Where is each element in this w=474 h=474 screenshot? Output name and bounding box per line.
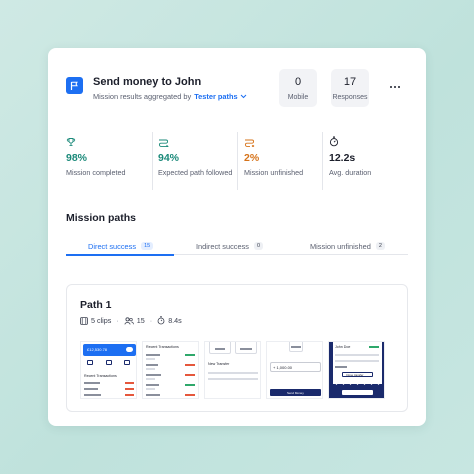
metric-label: Avg. duration — [329, 168, 372, 177]
aggregation-dropdown[interactable]: Tester paths — [194, 92, 246, 101]
path-duration: 8.4s — [168, 316, 182, 325]
metric-value: 12.2s — [329, 152, 356, 164]
subtitle-prefix: Mission results aggregated by — [93, 92, 192, 101]
stopwatch-icon — [157, 316, 165, 325]
metric-expected-path: 94% Expected path followed — [158, 136, 242, 177]
transfer-icon — [124, 360, 130, 365]
responses-stat: 17 Responses — [331, 69, 369, 107]
unfinished-path-icon — [244, 136, 328, 147]
clip-thumbnail-4[interactable]: + 1,000.00 Send Money — [266, 341, 323, 399]
clips-count: 5 clips — [91, 316, 112, 325]
divider — [322, 132, 323, 190]
mission-subtitle: Mission results aggregated by Tester pat… — [93, 92, 247, 101]
tab-label: Direct success — [88, 241, 137, 251]
metric-label: Mission completed — [66, 168, 126, 177]
new-transfer-label: New Transfer — [208, 362, 230, 366]
card-icon — [87, 360, 93, 365]
done-button — [342, 390, 373, 395]
tab-direct-success[interactable]: Direct success 15 — [88, 237, 154, 255]
tab-mission-unfinished[interactable]: Mission unfinished 2 — [310, 237, 385, 255]
tab-label: Indirect success — [196, 241, 249, 251]
path-meta: 5 clips · 15 · 8.4s — [80, 316, 182, 325]
mobile-stat: 0 Mobile — [279, 69, 317, 107]
aggregation-dropdown-label: Tester paths — [194, 92, 238, 101]
metric-avg-duration: 12.2s Avg. duration — [329, 136, 413, 177]
mobile-label: Mobile — [287, 93, 309, 101]
stopwatch-icon — [329, 136, 413, 147]
mission-card: Send money to John Mission results aggre… — [48, 48, 426, 426]
path-card[interactable]: Path 1 5 clips · 15 · 8.4s £12,530.78 Re… — [66, 284, 408, 412]
path-title: Path 1 — [80, 299, 112, 311]
mobile-count: 0 — [294, 75, 302, 88]
more-options-icon[interactable] — [388, 82, 402, 92]
divider — [237, 132, 238, 190]
responses-label: Responses — [332, 93, 368, 101]
tab-count: 15 — [141, 242, 154, 250]
divider — [152, 132, 153, 190]
testers-count: 15 — [136, 316, 145, 325]
path-tabs: Direct success 15 Indirect success 0 Mis… — [66, 237, 408, 256]
metric-mission-completed: 98% Mission completed — [66, 136, 150, 177]
receipt-edge-icon — [333, 381, 382, 385]
balance-text: £12,530.78 — [87, 347, 108, 352]
clip-thumbnail-2[interactable]: Recent Transactions — [142, 341, 199, 399]
responses-count: 17 — [343, 75, 357, 88]
clip-thumbnail-5[interactable]: John Doe Close transfer — [328, 341, 385, 399]
recipient-name: John Doe — [335, 345, 351, 349]
metric-value: 2% — [244, 152, 260, 164]
users-icon — [124, 316, 134, 325]
amount-value: + 1,000.00 — [273, 365, 293, 370]
metric-label: Expected path followed — [158, 168, 233, 177]
metric-value: 98% — [66, 152, 88, 164]
toggle-icon — [126, 347, 133, 352]
bank-icon — [106, 360, 112, 365]
chevron-down-icon — [240, 94, 246, 99]
trophy-icon — [66, 136, 150, 147]
clip-thumbnail-3[interactable]: New Transfer — [204, 341, 261, 399]
film-icon — [80, 316, 88, 325]
section-title: Mission paths — [66, 212, 137, 224]
mission-title: Send money to John — [93, 76, 202, 88]
transactions-heading: Recent Transactions — [146, 345, 179, 349]
tab-count: 2 — [375, 242, 385, 250]
metric-label: Mission unfinished — [244, 168, 304, 177]
flag-icon — [66, 77, 83, 94]
path-icon — [158, 136, 242, 147]
recent-transactions-label: Recent Transactions — [84, 374, 117, 378]
metric-mission-unfinished: 2% Mission unfinished — [244, 136, 328, 177]
tab-label: Mission unfinished — [310, 241, 371, 251]
tab-count: 0 — [254, 242, 264, 250]
metric-value: 94% — [158, 152, 180, 164]
tab-indirect-success[interactable]: Indirect success 0 — [196, 237, 264, 255]
active-tab-indicator — [66, 254, 174, 256]
close-transfer-label: Close transfer — [346, 373, 364, 377]
clip-thumbnail-1[interactable]: £12,530.78 Recent Transactions — [80, 341, 137, 399]
send-money-label: Send Money — [287, 390, 304, 395]
